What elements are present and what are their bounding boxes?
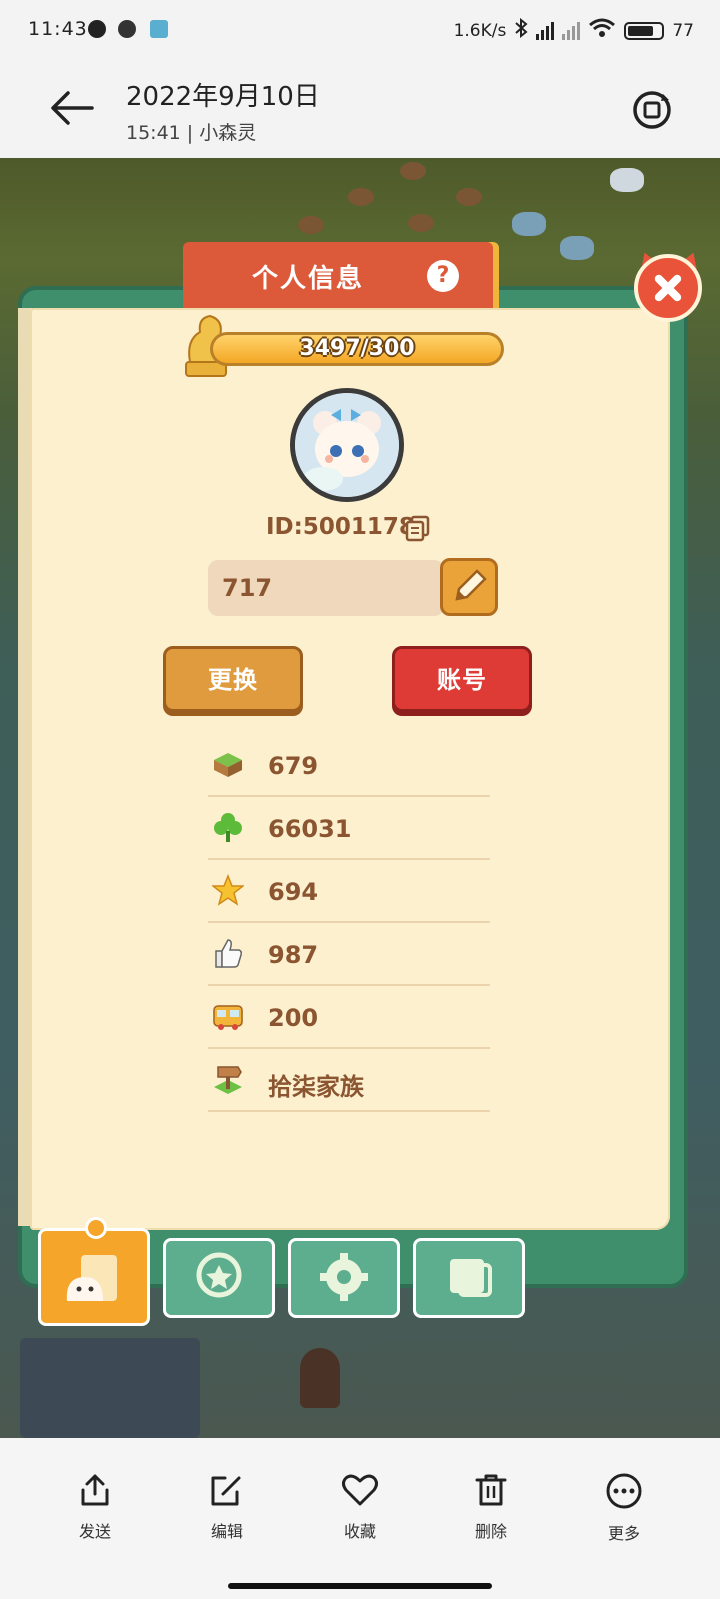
family-name: 拾柒家族 (268, 1073, 364, 1101)
qq-icon (88, 20, 106, 38)
level-progress-text: 3497/300 (299, 336, 415, 361)
status-bar: 11:43 1.6K/s 77 (0, 0, 720, 62)
viewer-toolbar: 发送 编辑 收藏 删除 更多 (0, 1438, 720, 1599)
photo-subtitle: 15:41 | 小森灵 (126, 122, 257, 144)
rock (560, 236, 594, 260)
stat-value: 66031 (268, 815, 352, 843)
nickname-field[interactable]: 717 (208, 560, 444, 616)
stat-row-likes: 987 (208, 923, 490, 986)
tab-settings[interactable] (288, 1238, 400, 1318)
level-progress-bar: 3497/300 (210, 332, 504, 366)
stat-value: 679 (268, 752, 319, 780)
edit-button[interactable]: 编辑 (187, 1472, 267, 1542)
send-button[interactable]: 发送 (55, 1472, 135, 1542)
dirt-mound (408, 214, 434, 232)
back-button[interactable] (48, 88, 96, 128)
favorite-label: 收藏 (343, 1522, 376, 1541)
signal-2-icon (562, 21, 581, 40)
tab-hook (85, 1217, 107, 1239)
heart-icon (342, 1474, 378, 1506)
battery-level (628, 25, 653, 36)
stat-value: 200 (268, 1004, 319, 1032)
edit-icon (211, 1476, 241, 1506)
delete-button[interactable]: 删除 (451, 1472, 531, 1542)
viewer-header: 2022年9月10日 15:41 | 小森灵 (0, 62, 720, 158)
bus-icon (213, 1005, 243, 1030)
battery-percent: 77 (672, 20, 694, 41)
favorite-button[interactable]: 收藏 (320, 1472, 400, 1542)
battery-icon (624, 21, 665, 40)
tab-album[interactable] (413, 1238, 525, 1318)
gear-tab-icon (320, 1253, 368, 1301)
close-button[interactable] (634, 254, 702, 322)
panel-title: 个人信息 (251, 264, 364, 294)
more-button[interactable]: 更多 (584, 1472, 664, 1544)
thumbs-up-icon (215, 939, 242, 968)
stat-row-bus: 200 (208, 986, 490, 1049)
rotate-button[interactable] (630, 88, 674, 132)
stat-row-clover: 66031 (208, 797, 490, 860)
tab-profile[interactable] (38, 1217, 150, 1326)
profile-tab-icon (66, 1255, 117, 1301)
user-id: ID:5001178 (266, 514, 415, 540)
game-screenshot: 个人信息 ? 3497/300 ID:5001178 717 更换 账号 679… (0, 158, 720, 1438)
stat-row-family: 拾柒家族 (208, 1049, 490, 1112)
bluetooth-icon (514, 17, 528, 43)
pencil-icon (455, 569, 487, 601)
rock (610, 168, 644, 192)
record-icon (118, 20, 136, 38)
rock (512, 212, 546, 236)
clover-icon (214, 813, 242, 842)
signal-icon (536, 21, 555, 40)
stat-value: 694 (268, 878, 319, 906)
more-icon (606, 1473, 642, 1509)
change-button[interactable]: 更换 (163, 646, 303, 712)
panel-tabbar (38, 1217, 538, 1334)
dirt-mound (400, 162, 426, 180)
wifi-icon (588, 18, 616, 43)
app-notification-icon (150, 20, 168, 38)
trash-icon (475, 1474, 507, 1506)
copy-icon[interactable] (404, 514, 432, 542)
stat-value: 987 (268, 941, 319, 969)
panel-title-tab: 个人信息 ? (183, 242, 493, 308)
dirt-mound (298, 216, 324, 234)
tab-badge[interactable] (163, 1238, 275, 1318)
help-icon[interactable]: ? (427, 260, 459, 292)
stats-list: 679 66031 694 987 200 拾柒家族 (208, 734, 490, 1112)
edit-name-button[interactable] (440, 558, 498, 616)
share-icon (81, 1474, 109, 1506)
edit-label: 编辑 (210, 1522, 243, 1541)
badge-tab-icon (196, 1252, 242, 1298)
bear-avatar-icon (295, 393, 399, 497)
character-sprite (300, 1348, 340, 1408)
delete-label: 删除 (474, 1522, 507, 1541)
building (20, 1338, 200, 1438)
dirt-mound (456, 188, 482, 206)
signpost-icon (214, 1066, 242, 1094)
more-label: 更多 (607, 1524, 640, 1543)
send-label: 发送 (78, 1522, 111, 1541)
avatar[interactable] (290, 388, 404, 502)
stat-row-star: 694 (208, 860, 490, 923)
album-tab-icon (450, 1259, 492, 1297)
home-indicator[interactable] (228, 1583, 492, 1589)
back-arrow-icon (51, 91, 94, 125)
status-right: 1.6K/s 77 (453, 17, 694, 43)
rotate-icon (633, 91, 671, 129)
dirt-mound (348, 188, 374, 206)
stat-row-land: 679 (208, 734, 490, 797)
star-icon (212, 874, 244, 906)
account-button[interactable]: 账号 (392, 646, 532, 712)
photo-date: 2022年9月10日 (126, 82, 320, 112)
net-speed: 1.6K/s (453, 20, 507, 41)
grass-block-icon (214, 753, 242, 777)
clock: 11:43 (28, 18, 88, 40)
